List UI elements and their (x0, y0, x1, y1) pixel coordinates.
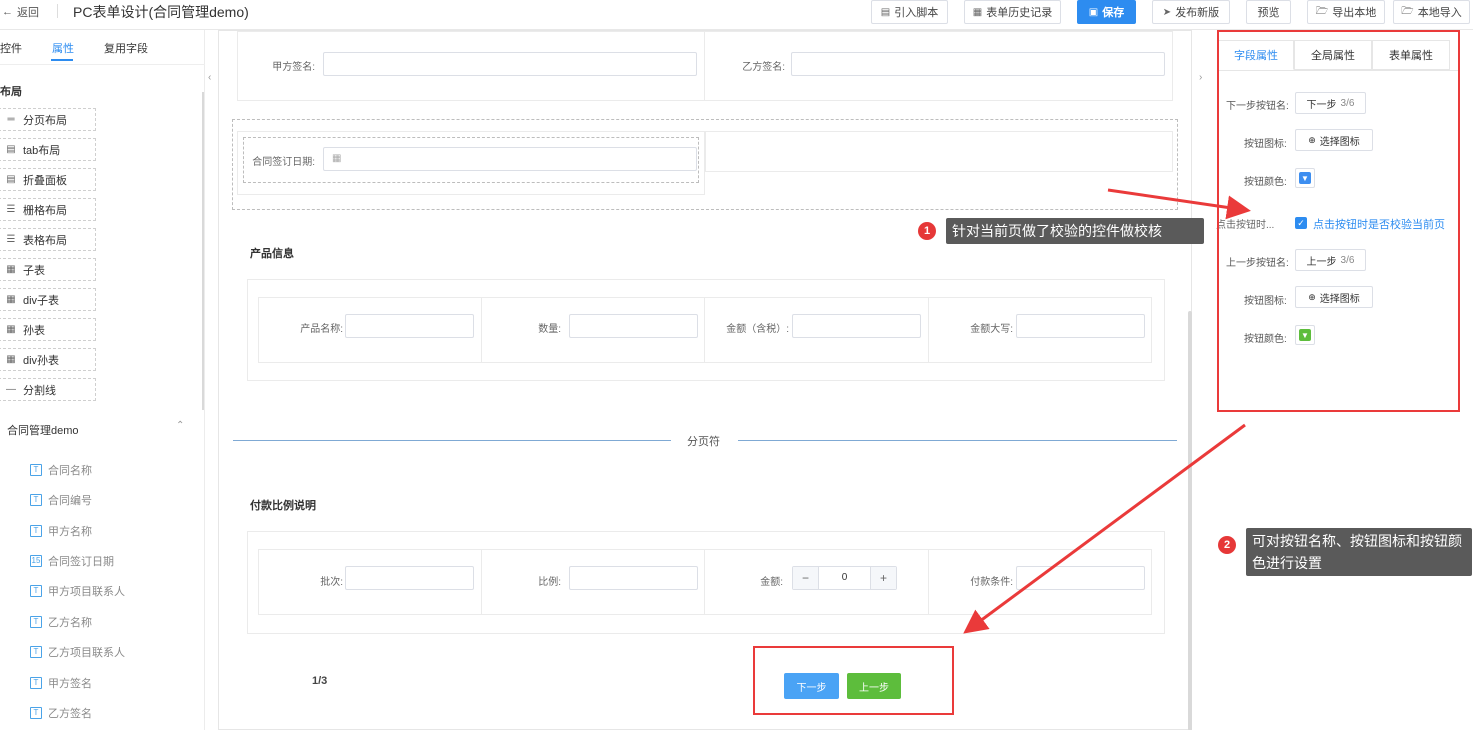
annotation-arrows (963, 188, 1251, 634)
annotation-tip-1: 针对当前页做了校验的控件做校核 (946, 218, 1204, 244)
arrow-to-checkbox (1107, 188, 1251, 220)
annotation-badge-2: 2 (1218, 536, 1236, 554)
arrow-to-buttons (963, 423, 1246, 634)
annotation-tip-2: 可对按钮名称、按钮图标和按钮颜色进行设置 (1246, 528, 1472, 576)
annotation-badge-1: 1 (918, 222, 936, 240)
